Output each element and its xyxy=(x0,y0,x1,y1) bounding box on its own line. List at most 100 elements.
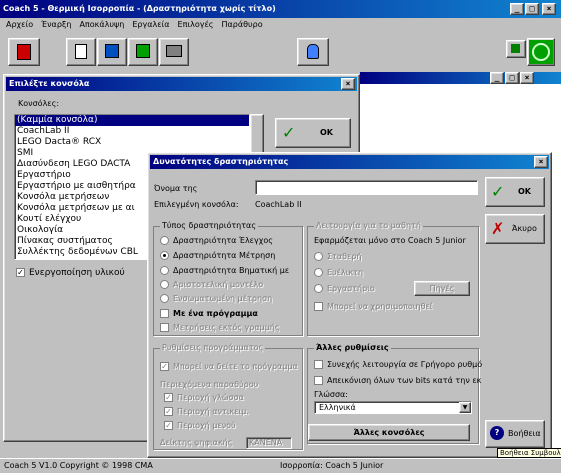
help-tooltip: Βοήθεια Συμβουλές xyxy=(497,448,561,458)
bg-max-button[interactable]: □ xyxy=(505,72,519,84)
type-model-label: Αριστοτελική μοντέλο xyxy=(173,280,264,289)
dialog-ok-button[interactable]: ✓ ΟΚ xyxy=(485,177,545,207)
other-settings-group: Άλλες ρυθμίσεις Συνεχής λειτουργία σε Γρ… xyxy=(307,343,482,444)
enable-hardware[interactable]: ✓ Ενεργοποίηση υλικού xyxy=(16,268,125,278)
student-mode-title: Λειτουργία για το μαθητή xyxy=(314,221,423,230)
list-item[interactable]: LEGO Dacta® RCX xyxy=(15,137,249,148)
bg-close-button[interactable]: × xyxy=(520,72,534,84)
checkbox-icon xyxy=(314,360,323,369)
param-menu-label: Περιοχή μενού xyxy=(177,421,236,430)
go-button[interactable] xyxy=(527,38,555,66)
student-flexible-label: Ευέλικτη xyxy=(327,268,364,277)
type-control[interactable]: Δραστηριότητα Έλεγχος xyxy=(160,235,273,247)
close-button[interactable]: × xyxy=(542,3,556,15)
dialog-close-button[interactable]: × xyxy=(534,156,548,168)
radio-icon xyxy=(160,251,169,260)
status-bar: Coach 5 V1.0 Copyright © 1998 CMA Ισορρο… xyxy=(0,458,561,472)
radio-icon xyxy=(160,294,169,303)
menu-file[interactable]: Αρχείο xyxy=(6,20,33,29)
language-select[interactable]: Ελληνικά ▼ xyxy=(314,401,472,414)
student-flexible: Ευέλικτη xyxy=(314,267,363,279)
green-circle-icon xyxy=(532,43,550,61)
activity-type-group: Τύπος δραστηριότητας Δραστηριότητα Έλεγχ… xyxy=(153,221,303,336)
checkmark-icon: ✓ xyxy=(491,182,505,201)
exit-button[interactable] xyxy=(8,38,40,66)
student-fixed-label: Σταθερή xyxy=(327,252,362,261)
offline-label: Μετρήσεις εκτός γραμμής xyxy=(173,323,280,332)
panel-ok-label: ΟΚ xyxy=(320,128,333,137)
list-item[interactable]: (Καμμία κονσόλα) xyxy=(15,115,249,126)
sources-button: Πηγές xyxy=(414,281,470,296)
student-fixed: Σταθερή xyxy=(314,251,362,263)
menu-options[interactable]: Επιλογές xyxy=(178,20,214,29)
print-button[interactable] xyxy=(159,38,189,66)
dialog-help-button[interactable]: ? Βοήθεια xyxy=(485,420,545,448)
bg-min-button[interactable]: _ xyxy=(490,72,504,84)
menu-tools[interactable]: Εργαλεία xyxy=(132,20,169,29)
student-can-use-label: Μπορεί να χρησιμοποιηθεί xyxy=(327,302,433,311)
one-program-option[interactable]: Με ένα πρόγραμμα xyxy=(160,308,258,320)
minimize-button[interactable]: _ xyxy=(510,3,524,15)
small-tool-button[interactable] xyxy=(506,40,526,58)
type-embedded-label: Ενσωματωμένη μέτρηση xyxy=(173,294,273,303)
digit-label: Δείκτης ψηφιακής xyxy=(160,438,233,447)
checkmark-icon: ✓ xyxy=(282,123,296,142)
consoles-label: Κονσόλες: xyxy=(18,99,60,108)
program-settings-group: Ρυθμίσεις προγράμματος ✓ Μπορεί να δείτε … xyxy=(153,343,303,450)
type-measure-label: Δραστηριότητα Μέτρηση xyxy=(173,251,276,260)
radio-icon xyxy=(160,266,169,275)
disk-icon xyxy=(105,44,119,58)
enable-hardware-checkbox[interactable]: ✓ xyxy=(16,268,25,277)
continuous-fast-label: Συνεχής λειτουργία σε Γρήγορο ρυθμό xyxy=(327,360,483,369)
cross-icon: ✗ xyxy=(491,219,505,238)
dialog-ok-label: ΟΚ xyxy=(518,187,531,196)
save-button[interactable] xyxy=(128,38,158,66)
panel-ok-button[interactable]: ✓ ΟΚ xyxy=(275,118,351,148)
maximize-button[interactable]: □ xyxy=(525,3,539,15)
dialog-cancel-label: Άκυρο xyxy=(512,224,537,233)
list-item[interactable]: CoachLab II xyxy=(15,126,249,137)
copy-icon xyxy=(75,44,87,59)
offline-option: Μετρήσεις εκτός γραμμής xyxy=(160,322,280,334)
checkbox-icon: ✓ xyxy=(164,407,173,416)
chevron-down-icon[interactable]: ▼ xyxy=(459,402,471,413)
dialog-titlebar: Δυνατότητες δραστηριότητας xyxy=(150,155,549,169)
name-label: Όνομα της xyxy=(154,184,198,193)
show-all-bits[interactable]: Απεικόνιση όλων των bits κατά την εκ xyxy=(314,375,481,387)
flask-icon xyxy=(307,44,319,59)
menu-view[interactable]: Αποκάλυψη xyxy=(79,20,124,29)
console-panel-titlebar: Επιλέξτε κονσόλα xyxy=(6,77,357,91)
help-icon: ? xyxy=(490,426,504,440)
console-panel-close[interactable]: × xyxy=(341,78,355,90)
menubar: Αρχείο Έναρξη Αποκάλυψη Εργαλεία Επιλογές Παρ… xyxy=(0,18,561,32)
param-objects-label: Περιοχή αντικειμ. xyxy=(177,407,249,416)
menu-window[interactable]: Παράθυρο xyxy=(221,20,262,29)
activity-type-title: Τύπος δραστηριότητας xyxy=(160,221,259,230)
checkbox-icon xyxy=(314,302,323,311)
student-lab: Εργαστήριο xyxy=(314,283,375,295)
copy-button[interactable] xyxy=(66,38,96,66)
name-input[interactable] xyxy=(255,180,478,195)
type-step[interactable]: Δραστηριότητα Βηματική με xyxy=(160,265,289,277)
type-measure[interactable]: Δραστηριότητα Μέτρηση xyxy=(160,250,275,262)
digit-select: ΚΑΝΕΝΑ xyxy=(246,437,292,449)
other-consoles-button[interactable]: Άλλες κονσόλες xyxy=(308,424,470,441)
printer-icon xyxy=(166,45,182,57)
open-button[interactable] xyxy=(97,38,127,66)
dialog-cancel-button[interactable]: ✗ Άκυρο xyxy=(485,214,545,244)
continuous-fast[interactable]: Συνεχής λειτουργία σε Γρήγορο ρυθμό xyxy=(314,359,482,371)
lab-button[interactable] xyxy=(297,38,329,66)
type-model: Αριστοτελική μοντέλο xyxy=(160,279,263,291)
console-label: Επιλεγμένη κονσόλα: xyxy=(154,200,239,209)
param-language-label: Περιοχή γλώσσα xyxy=(177,393,244,402)
param-objects: ✓ Περιοχή αντικειμ. xyxy=(164,406,249,418)
checkbox-icon xyxy=(160,323,169,332)
student-mode-group: Λειτουργία για το μαθητή Εφαρμόζεται μόν… xyxy=(307,221,479,336)
status-info: Ισορροπία: Coach 5 Junior xyxy=(280,461,384,470)
menu-start[interactable]: Έναρξη xyxy=(41,20,71,29)
status-copyright: Coach 5 V1.0 Copyright © 1998 CMA xyxy=(4,461,153,470)
student-note: Εφαρμόζεται μόνο στο Coach 5 Junior xyxy=(314,236,466,245)
console-panel-title: Επιλέξτε κονσόλα xyxy=(9,79,90,88)
one-program-label: Με ένα πρόγραμμα xyxy=(173,309,258,318)
language-label: Γλώσσα: xyxy=(314,390,348,399)
